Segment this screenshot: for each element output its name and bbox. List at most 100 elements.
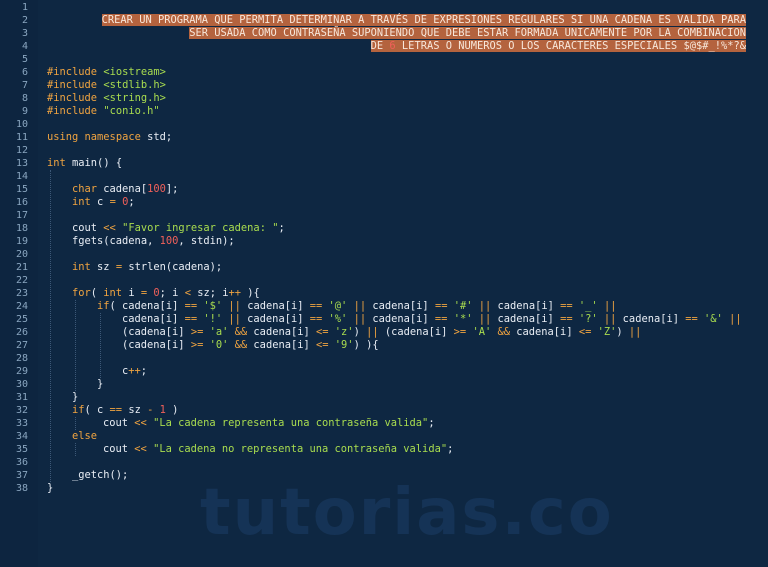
code-line-13: int main() {	[47, 157, 122, 170]
operator: ||	[353, 300, 367, 312]
code-line-16: int c = 0;	[72, 196, 135, 209]
identifier: cadena[	[97, 183, 148, 195]
operator: <<	[103, 222, 116, 234]
operator: >=	[190, 339, 204, 351]
keyword: #include	[47, 66, 104, 78]
line-number: 27	[15, 340, 28, 351]
indent-guide	[100, 313, 101, 378]
identifier: cadena[i]	[366, 300, 435, 312]
code-line-15: char cadena[100];	[72, 183, 178, 196]
watermark-logo: tutorias.co	[200, 476, 614, 550]
comment-text: LETRAS O NUMEROS O LOS CARACTERES ESPECI…	[395, 40, 684, 52]
char-literal: '%'	[328, 313, 348, 325]
operator: <<	[134, 417, 147, 429]
code-line-24: if( cadena[i] == '$' || cadena[i] == '@'…	[97, 300, 616, 313]
operator: ||	[478, 313, 492, 325]
code-line-27: (cadena[i] >= '0' && cadena[i] <= '9') )…	[122, 339, 379, 352]
identifier: sz; i	[190, 287, 229, 299]
identifier: ) ){	[353, 339, 379, 351]
identifier: cout	[72, 222, 104, 234]
punctuation: ;	[278, 222, 285, 234]
char-literal: '*'	[453, 313, 473, 325]
line-number: 36	[15, 457, 28, 468]
char-literal: '!'	[203, 313, 223, 325]
line-number: 18	[15, 223, 28, 234]
identifier: main() {	[65, 157, 123, 169]
line-number: 26	[15, 327, 28, 338]
operator: ++	[128, 365, 141, 377]
punctuation: ;	[140, 365, 148, 377]
line-number: 15	[15, 184, 28, 195]
code-line-6: #include <iostream>	[47, 66, 166, 79]
operator: <<	[134, 443, 147, 455]
line-number-gutter: 1 2 3 4 5 6 7 8 9 10 11 12 13 14 15 16 17 18 19 20 21 22 23 24 2…	[0, 0, 38, 567]
operator: &&	[497, 326, 511, 338]
line-number: 12	[15, 145, 28, 156]
keyword: #include	[47, 79, 104, 91]
code-line-18: cout << "Favor ingresar cadena: ";	[72, 222, 285, 235]
line-number: 24	[15, 301, 28, 312]
identifier: )	[616, 326, 629, 338]
identifier: (cadena[i]	[122, 339, 191, 351]
identifier: cadena[i]	[240, 313, 310, 325]
operator: ++	[228, 287, 242, 299]
char-literal: 'Z'	[597, 326, 617, 338]
identifier: strlen(cadena);	[122, 261, 223, 273]
line-number: 14	[15, 171, 28, 182]
line-number: 32	[15, 405, 28, 416]
code-editor[interactable]: 1 2 3 4 5 6 7 8 9 10 11 12 13 14 15 16 17 18 19 20 21 22 23 24 2…	[0, 0, 768, 567]
code-line-31: }	[72, 391, 78, 404]
code-line-25: cadena[i] == '!' || cadena[i] == '%' || …	[122, 313, 742, 326]
identifier: cadena[i]	[247, 339, 316, 351]
line-number: 33	[15, 418, 28, 429]
line-number: 19	[15, 236, 28, 247]
identifier: , stdin);	[178, 235, 235, 247]
operator: ==	[434, 300, 448, 312]
operator: ||	[478, 300, 492, 312]
code-line-30: }	[97, 378, 103, 391]
identifier: cadena[i]	[616, 313, 686, 325]
line-number: 6	[21, 67, 28, 78]
identifier: sz	[122, 404, 148, 416]
keyword: #include	[47, 105, 104, 117]
char-literal: '_'	[578, 300, 598, 312]
code-line-3: DE 6 LETRAS O NUMEROS O LOS CARACTERES E…	[333, 27, 746, 52]
punctuation: (	[90, 287, 104, 299]
punctuation: ;	[428, 417, 435, 429]
operator: >=	[453, 326, 467, 338]
code-line-21: int sz = strlen(cadena);	[72, 261, 222, 274]
code-line-1: CREAR UN PROGRAMA QUE PERMITA DETERMINAR…	[64, 1, 746, 26]
keyword: int	[72, 196, 91, 208]
line-number: 30	[15, 379, 28, 390]
line-number: 29	[15, 366, 28, 377]
indent-guide	[50, 170, 51, 482]
operator: ==	[109, 404, 123, 416]
identifier: ( cadena[i]	[109, 300, 185, 312]
identifier: c	[90, 196, 110, 208]
indent-guide	[75, 443, 76, 456]
operator: ==	[560, 313, 573, 325]
keyword: int	[72, 261, 91, 273]
char-literal: 'A'	[472, 326, 492, 338]
code-line-34: else	[72, 430, 97, 443]
keyword: for	[72, 287, 91, 299]
operator: ==	[309, 300, 323, 312]
code-line-37: _getch();	[72, 469, 128, 482]
comment-special-chars: $@$#_!%*?&	[683, 40, 746, 52]
line-number: 25	[15, 314, 28, 325]
line-number: 28	[15, 353, 28, 364]
identifier: cadena[i]	[366, 313, 435, 325]
operator: ==	[184, 300, 198, 312]
string: <string.h>	[103, 92, 166, 104]
keyword: else	[72, 430, 98, 442]
operator: ||	[228, 313, 241, 325]
identifier: (cadena[i]	[122, 326, 191, 338]
line-number: 21	[15, 262, 28, 273]
identifier: cout	[103, 443, 135, 455]
code-line-23: for( int i = 0; i < sz; i++ ){	[72, 287, 260, 300]
keyword: char	[72, 183, 98, 195]
operator: ||	[366, 326, 379, 338]
line-number: 20	[15, 249, 28, 260]
indent-guide	[75, 300, 76, 391]
identifier: cadena[i]	[491, 313, 561, 325]
